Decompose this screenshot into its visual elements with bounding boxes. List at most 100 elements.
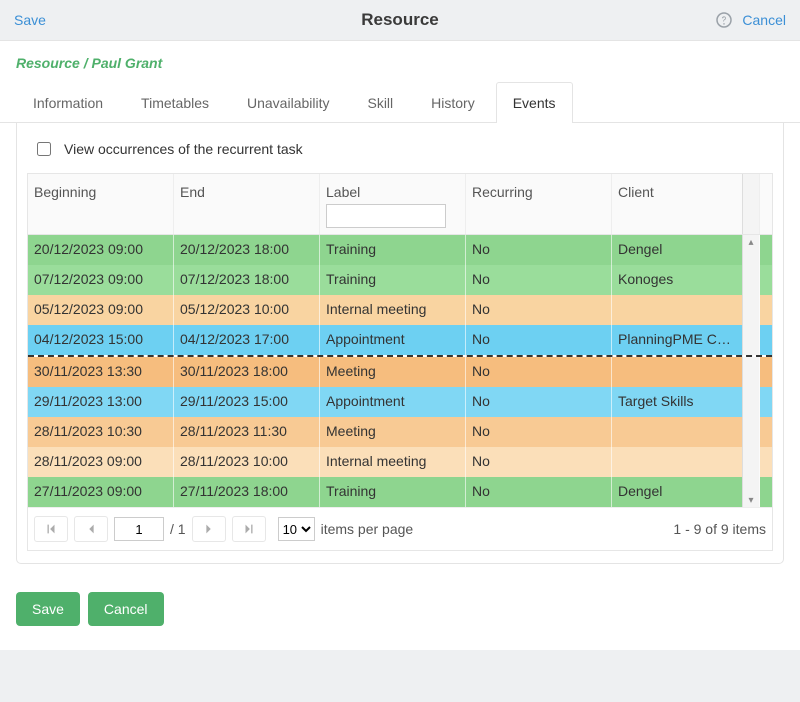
pager-prev-button[interactable] [74, 516, 108, 542]
pager-first-button[interactable] [34, 516, 68, 542]
items-per-page-label: items per page [321, 521, 414, 537]
col-header-beginning[interactable]: Beginning [28, 174, 174, 234]
pager-page-total: / 1 [170, 521, 186, 537]
col-header-label[interactable]: Label [320, 174, 466, 234]
cell-recurring: No [466, 325, 612, 355]
cell-label: Meeting [320, 417, 466, 447]
table-row[interactable]: 04/12/2023 15:0004/12/2023 17:00Appointm… [28, 325, 772, 355]
pager-last-button[interactable] [232, 516, 266, 542]
scrollbar-track[interactable] [742, 357, 760, 387]
col-header-client[interactable]: Client [612, 174, 742, 234]
tab-events[interactable]: Events [496, 82, 573, 123]
pager-first-icon [44, 522, 58, 536]
tab-history[interactable]: History [414, 82, 492, 123]
cell-label: Internal meeting [320, 295, 466, 325]
cell-beginning: 28/11/2023 10:30 [28, 417, 174, 447]
cell-beginning: 30/11/2023 13:30 [28, 357, 174, 387]
help-icon[interactable] [716, 12, 732, 28]
table-row[interactable]: 05/12/2023 09:0005/12/2023 10:00Internal… [28, 295, 772, 325]
scroll-up-icon[interactable]: ▴ [743, 235, 759, 249]
table-row[interactable]: 28/11/2023 09:0028/11/2023 10:00Internal… [28, 447, 772, 477]
scrollbar-track[interactable] [742, 447, 760, 477]
cell-recurring: No [466, 295, 612, 325]
breadcrumb: Resource / Paul Grant [0, 41, 800, 75]
cancel-button[interactable]: Cancel [88, 592, 164, 626]
table-row[interactable]: 28/11/2023 10:3028/11/2023 11:30MeetingN… [28, 417, 772, 447]
scrollbar-track[interactable] [742, 417, 760, 447]
scrollbar-track[interactable]: ▴ [742, 235, 760, 265]
cell-label: Training [320, 477, 466, 507]
scrollbar-track[interactable] [742, 295, 760, 325]
cell-client [612, 357, 742, 387]
tab-timetables[interactable]: Timetables [124, 82, 226, 123]
scrollbar-track[interactable] [742, 387, 760, 417]
cell-label: Internal meeting [320, 447, 466, 477]
cell-beginning: 29/11/2023 13:00 [28, 387, 174, 417]
dialog-header: Save Resource Cancel [0, 0, 800, 40]
cell-end: 05/12/2023 10:00 [174, 295, 320, 325]
pager-page-input[interactable] [114, 517, 164, 541]
pager-status: 1 - 9 of 9 items [673, 521, 766, 537]
scrollbar-track[interactable]: ▾ [742, 477, 760, 507]
table-row[interactable]: 27/11/2023 09:0027/11/2023 18:00Training… [28, 477, 772, 507]
cell-recurring: No [466, 477, 612, 507]
table-row[interactable]: 30/11/2023 13:3030/11/2023 18:00MeetingN… [28, 357, 772, 387]
events-panel: View occurrences of the recurrent task B… [16, 123, 784, 564]
label-filter-input[interactable] [326, 204, 446, 228]
scroll-down-icon[interactable]: ▾ [743, 493, 759, 507]
scrollbar-track-header [742, 174, 760, 234]
col-header-end[interactable]: End [174, 174, 320, 234]
cancel-link-top[interactable]: Cancel [742, 12, 786, 28]
scrollbar-track[interactable] [742, 325, 760, 355]
save-button[interactable]: Save [16, 592, 80, 626]
cell-label: Appointment [320, 325, 466, 355]
caret-left-icon [84, 522, 98, 536]
table-row[interactable]: 29/11/2023 13:0029/11/2023 15:00Appointm… [28, 387, 772, 417]
cell-end: 07/12/2023 18:00 [174, 265, 320, 295]
pager-next-button[interactable] [192, 516, 226, 542]
cell-end: 28/11/2023 10:00 [174, 447, 320, 477]
grid-body: 20/12/2023 09:0020/12/2023 18:00Training… [28, 235, 772, 507]
cell-client: Dengel [612, 235, 742, 265]
cell-recurring: No [466, 387, 612, 417]
pager: / 1 5102050 items per page 1 - 9 of 9 it… [28, 507, 772, 550]
table-row[interactable]: 07/12/2023 09:0007/12/2023 18:00Training… [28, 265, 772, 295]
col-header-label-text: Label [326, 184, 459, 200]
cell-client: Konoges [612, 265, 742, 295]
cell-end: 04/12/2023 17:00 [174, 325, 320, 355]
grid-header: Beginning End Label Recurring Client [28, 174, 772, 235]
caret-right-icon [202, 522, 216, 536]
cell-end: 29/11/2023 15:00 [174, 387, 320, 417]
cell-recurring: No [466, 417, 612, 447]
view-occurrences-label[interactable]: View occurrences of the recurrent task [64, 141, 303, 157]
tab-information[interactable]: Information [16, 82, 120, 123]
cell-client [612, 447, 742, 477]
pager-last-icon [242, 522, 256, 536]
tab-skill[interactable]: Skill [350, 82, 410, 123]
cell-client: PlanningPME Canada [612, 325, 742, 355]
cell-label: Training [320, 235, 466, 265]
cell-label: Appointment [320, 387, 466, 417]
cell-recurring: No [466, 265, 612, 295]
cell-end: 28/11/2023 11:30 [174, 417, 320, 447]
cell-beginning: 20/12/2023 09:00 [28, 235, 174, 265]
tab-unavailability[interactable]: Unavailability [230, 82, 346, 123]
cell-recurring: No [466, 447, 612, 477]
cell-recurring: No [466, 357, 612, 387]
events-grid: Beginning End Label Recurring Client 20/… [27, 173, 773, 551]
col-header-recurring[interactable]: Recurring [466, 174, 612, 234]
cell-label: Training [320, 265, 466, 295]
cell-client: Dengel [612, 477, 742, 507]
cell-beginning: 27/11/2023 09:00 [28, 477, 174, 507]
cell-beginning: 28/11/2023 09:00 [28, 447, 174, 477]
cell-beginning: 04/12/2023 15:00 [28, 325, 174, 355]
cell-recurring: No [466, 235, 612, 265]
scrollbar-track[interactable] [742, 265, 760, 295]
items-per-page-select[interactable]: 5102050 [278, 517, 315, 541]
view-occurrences-checkbox[interactable] [37, 142, 51, 156]
tabs: InformationTimetablesUnavailabilitySkill… [0, 81, 800, 123]
dialog-title: Resource [0, 10, 800, 30]
save-link-top[interactable]: Save [14, 12, 46, 28]
cell-end: 20/12/2023 18:00 [174, 235, 320, 265]
table-row[interactable]: 20/12/2023 09:0020/12/2023 18:00Training… [28, 235, 772, 265]
